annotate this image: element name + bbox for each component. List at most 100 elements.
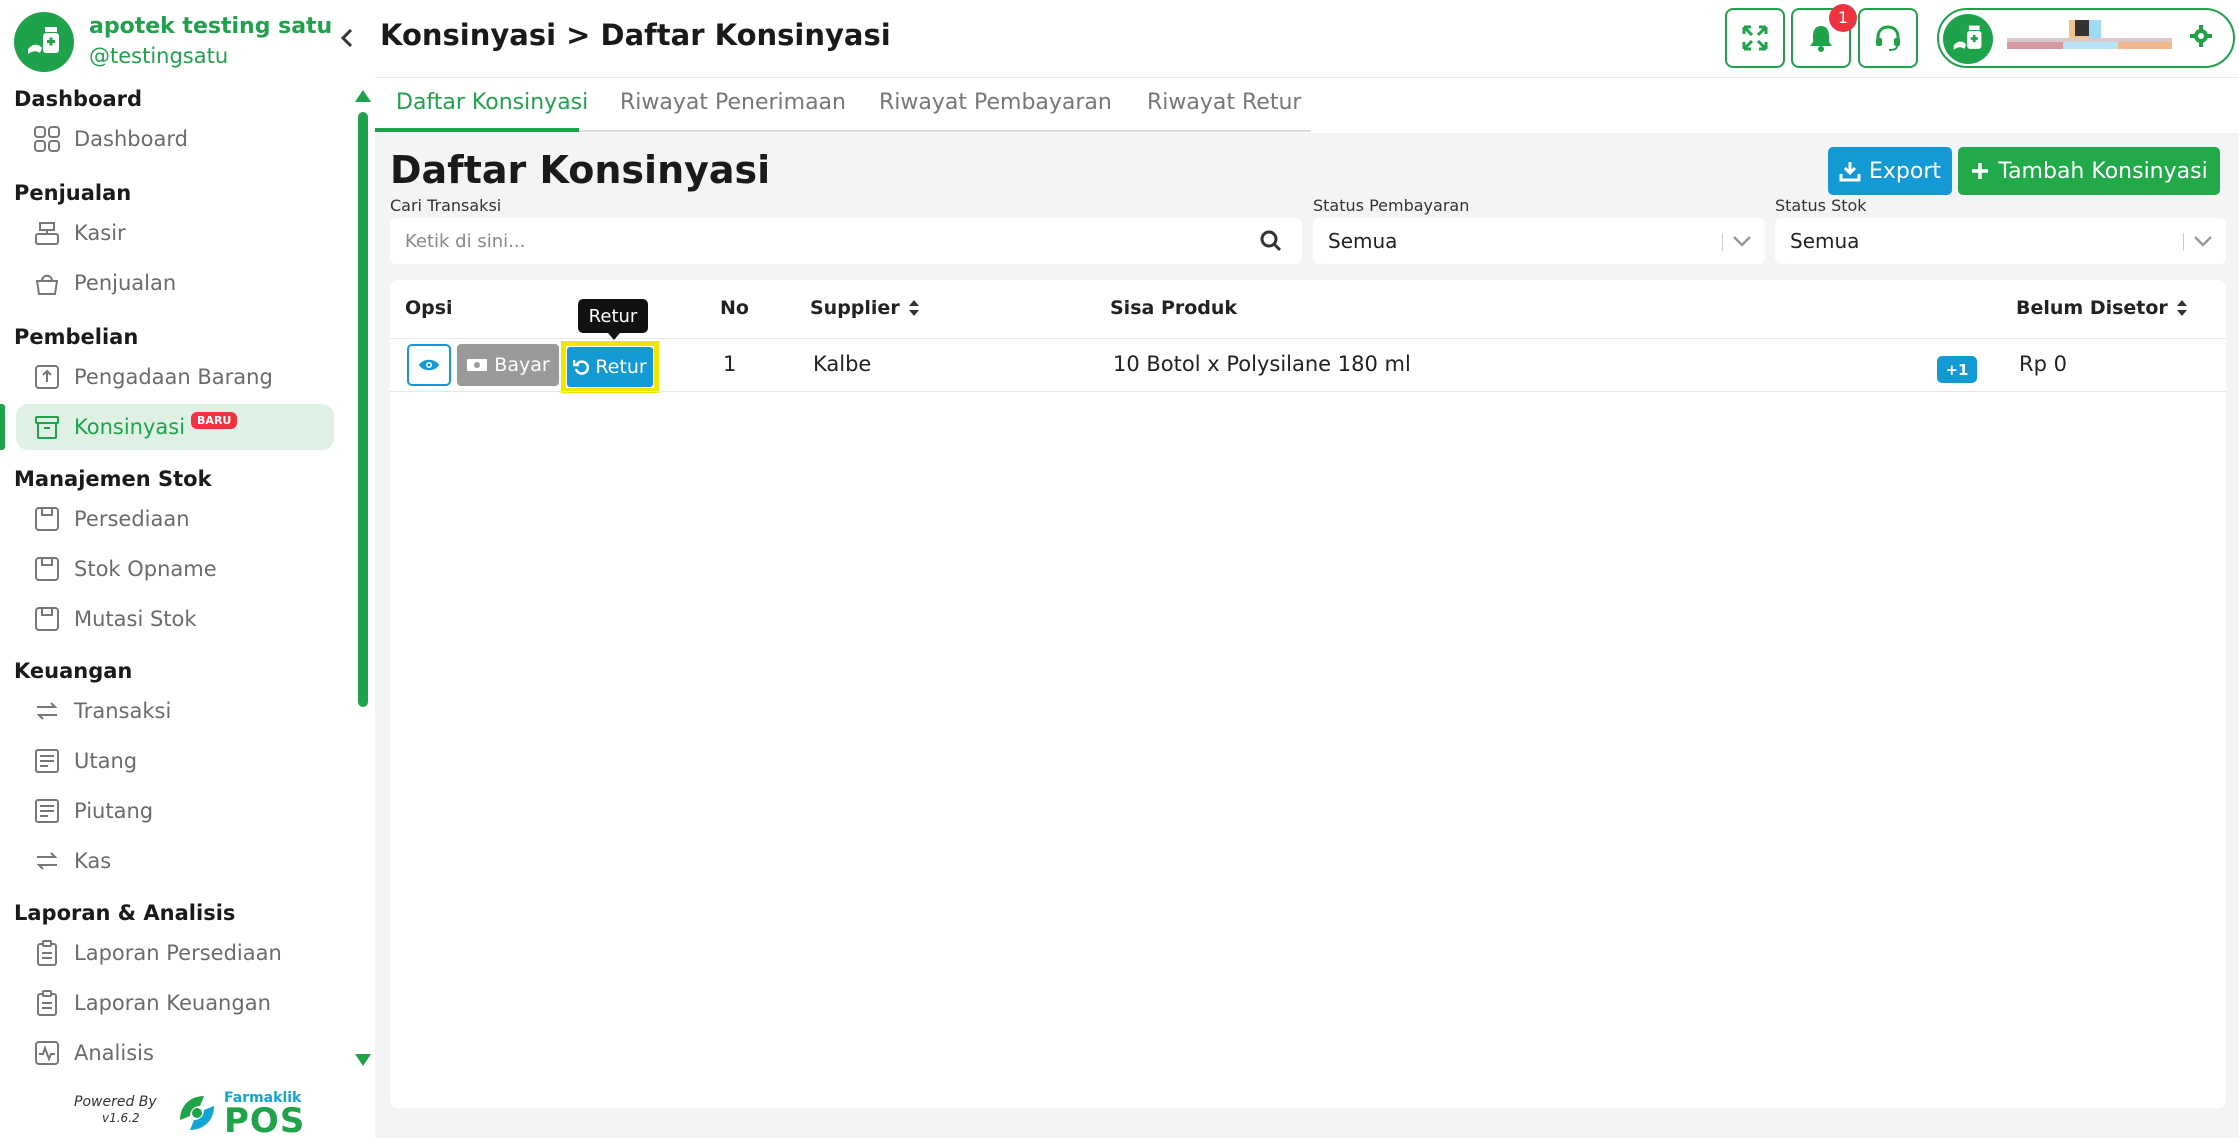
grid-icon bbox=[32, 124, 62, 154]
sidebar-item-label: Dashboard bbox=[74, 127, 188, 151]
scroll-thumb[interactable] bbox=[358, 112, 368, 707]
column-header-sisa-produk: Sisa Produk bbox=[1110, 297, 1237, 319]
table-header-divider bbox=[390, 338, 2226, 339]
headset-icon bbox=[1876, 25, 1900, 51]
stock-status-value: Semua bbox=[1790, 229, 1860, 253]
column-header-label: Opsi bbox=[405, 297, 453, 319]
sidebar-item-transaksi[interactable]: Transaksi bbox=[0, 686, 345, 736]
sidebar-item-label: Stok Opname bbox=[74, 557, 217, 581]
cell-no: 1 bbox=[723, 352, 737, 376]
inbox-upload-icon bbox=[32, 362, 62, 392]
retur-label: Retur bbox=[595, 356, 647, 378]
tab-riwayat-retur[interactable]: Riwayat Retur bbox=[1147, 90, 1301, 115]
sidebar-item-piutang[interactable]: Piutang bbox=[0, 786, 345, 836]
notification-button[interactable]: 1 bbox=[1791, 4, 1857, 68]
powered-by-text: Powered By bbox=[74, 1094, 157, 1110]
sidebar-item-utang[interactable]: Utang bbox=[0, 736, 345, 786]
stock-box-icon bbox=[32, 554, 62, 584]
eye-icon bbox=[419, 359, 439, 371]
sidebar-item-label: Penjualan bbox=[74, 271, 177, 295]
sidebar-item-pengadaan-barang[interactable]: Pengadaan Barang bbox=[0, 352, 345, 402]
cell-sisa-produk: 10 Botol x Polysilane 180 ml bbox=[1113, 352, 1411, 376]
section-laporan-analisis: Laporan & Analisis bbox=[14, 901, 236, 925]
stock-box-icon bbox=[32, 604, 62, 634]
sidebar-item-label: Pengadaan Barang bbox=[74, 365, 273, 389]
export-label: Export bbox=[1868, 158, 1941, 184]
shopping-basket-icon bbox=[32, 268, 62, 298]
bayar-button[interactable]: Bayar bbox=[457, 344, 559, 386]
tab-riwayat-penerimaan[interactable]: Riwayat Penerimaan bbox=[620, 90, 846, 115]
cash-register-icon bbox=[32, 218, 62, 248]
sidebar-item-analisis[interactable]: Analisis bbox=[0, 1028, 345, 1078]
sidebar-scrollbar[interactable] bbox=[355, 90, 371, 1070]
notification-count-badge: 1 bbox=[1829, 4, 1857, 32]
archive-box-icon bbox=[32, 412, 62, 442]
search-input[interactable]: Ketik di sini... bbox=[390, 218, 1302, 264]
tab-riwayat-pembayaran[interactable]: Riwayat Pembayaran bbox=[879, 90, 1112, 115]
scroll-down-arrow-icon[interactable] bbox=[355, 1054, 371, 1066]
section-manajemen-stok: Manajemen Stok bbox=[14, 467, 212, 491]
column-header-supplier[interactable]: Supplier bbox=[810, 297, 920, 319]
user-avatar-icon bbox=[1943, 14, 1993, 64]
fullscreen-button[interactable] bbox=[1725, 8, 1785, 68]
column-header-label: No bbox=[720, 297, 749, 319]
sidebar-item-persediaan[interactable]: Persediaan bbox=[0, 494, 345, 544]
page-title: Daftar Konsinyasi bbox=[390, 148, 771, 192]
select-separator bbox=[2183, 233, 2184, 251]
select-separator bbox=[1722, 233, 1723, 251]
store-name: apotek testing satu bbox=[89, 14, 333, 39]
sidebar-nav: Dashboard Dashboard Penjualan Kasir Penj… bbox=[0, 84, 345, 1078]
sidebar-item-konsinyasi[interactable]: Konsinyasi BARU bbox=[16, 404, 334, 450]
sidebar-item-label: Analisis bbox=[74, 1041, 154, 1065]
farmaklik-logo-icon bbox=[174, 1090, 220, 1136]
column-header-label: Supplier bbox=[810, 297, 900, 319]
support-button[interactable] bbox=[1858, 8, 1918, 68]
new-badge: BARU bbox=[191, 411, 238, 429]
payment-status-select[interactable]: Semua bbox=[1313, 218, 1765, 264]
bell-icon bbox=[1810, 26, 1832, 52]
expand-arrows-icon bbox=[1742, 25, 1768, 51]
sidebar-item-dashboard[interactable]: Dashboard bbox=[0, 114, 345, 164]
store-logo-icon bbox=[14, 12, 74, 72]
scroll-up-arrow-icon[interactable] bbox=[355, 90, 371, 102]
chevron-down-icon bbox=[1733, 236, 1751, 247]
payment-status-label: Status Pembayaran bbox=[1313, 196, 1470, 215]
table-row-divider bbox=[390, 391, 2226, 392]
sidebar-item-label: Laporan Keuangan bbox=[74, 991, 271, 1015]
tab-daftar-konsinyasi[interactable]: Daftar Konsinyasi bbox=[396, 90, 588, 115]
collapse-sidebar-button[interactable] bbox=[340, 28, 354, 54]
app-version: v1.6.2 bbox=[102, 1111, 140, 1125]
column-header-label: Sisa Produk bbox=[1110, 297, 1238, 319]
sidebar-item-label: Utang bbox=[74, 749, 138, 773]
top-header: Konsinyasi > Daftar Konsinyasi 1 bbox=[375, 0, 2239, 78]
sidebar-item-laporan-persediaan[interactable]: Laporan Persediaan bbox=[0, 928, 345, 978]
sidebar-item-label: Piutang bbox=[74, 799, 154, 823]
sidebar-item-label: Mutasi Stok bbox=[74, 607, 197, 631]
column-header-belum-disetor[interactable]: Belum Disetor bbox=[2016, 297, 2188, 319]
sidebar-item-mutasi-stok[interactable]: Mutasi Stok bbox=[0, 594, 345, 644]
sidebar-item-penjualan[interactable]: Penjualan bbox=[0, 258, 345, 308]
sidebar-item-stok-opname[interactable]: Stok Opname bbox=[0, 544, 345, 594]
add-konsinyasi-button[interactable]: Tambah Konsinyasi bbox=[1958, 147, 2220, 195]
sidebar-item-label: Kasir bbox=[74, 221, 126, 245]
bayar-label: Bayar bbox=[494, 354, 550, 376]
settings-gear-icon[interactable] bbox=[2189, 24, 2213, 55]
stock-status-select[interactable]: Semua bbox=[1775, 218, 2226, 264]
export-button[interactable]: Export bbox=[1828, 147, 1952, 195]
download-icon bbox=[1839, 162, 1861, 182]
sidebar-item-kasir[interactable]: Kasir bbox=[0, 208, 345, 258]
search-label: Cari Transaksi bbox=[390, 196, 502, 215]
payment-status-value: Semua bbox=[1328, 229, 1398, 253]
profile-menu[interactable] bbox=[1937, 8, 2235, 68]
sidebar-item-laporan-keuangan[interactable]: Laporan Keuangan bbox=[0, 978, 345, 1028]
transfer-arrows-icon bbox=[32, 846, 62, 876]
view-detail-button[interactable] bbox=[407, 344, 451, 386]
ledger-icon bbox=[32, 796, 62, 826]
active-indicator bbox=[0, 404, 5, 450]
active-tab-underline bbox=[375, 128, 579, 132]
sidebar-item-kas[interactable]: Kas bbox=[0, 836, 345, 886]
add-label: Tambah Konsinyasi bbox=[1998, 158, 2208, 184]
sidebar-item-label: Persediaan bbox=[74, 507, 190, 531]
more-products-badge[interactable]: +1 bbox=[1937, 356, 1977, 383]
retur-button[interactable]: Retur bbox=[567, 347, 653, 387]
